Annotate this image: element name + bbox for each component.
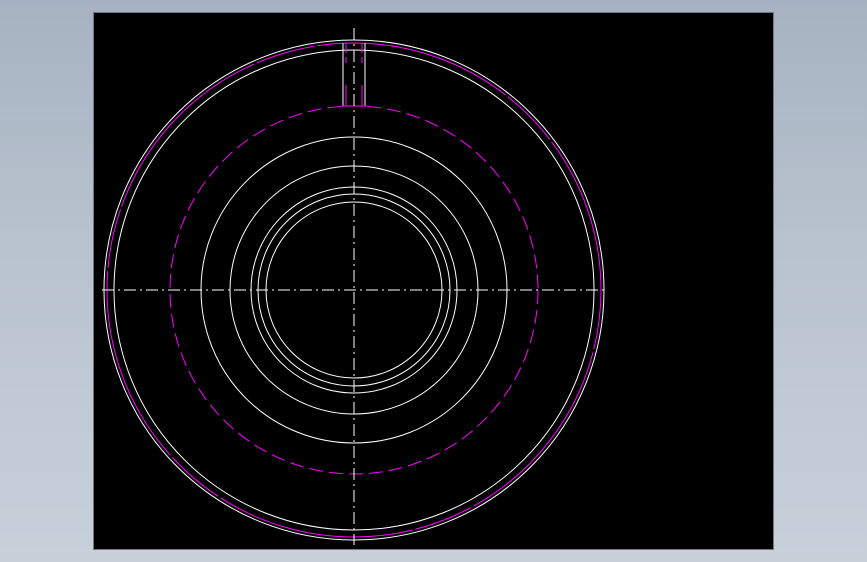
cad-drawing bbox=[102, 28, 606, 545]
drawing-viewport[interactable] bbox=[94, 13, 773, 549]
